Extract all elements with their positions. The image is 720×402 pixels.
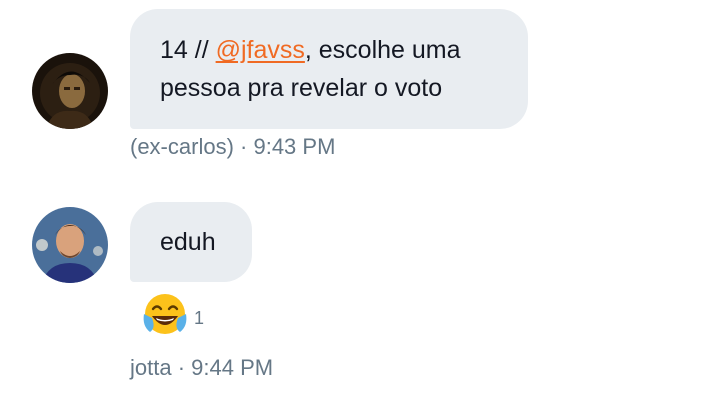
mention-link[interactable]: @jfavss [216, 36, 305, 64]
face-with-tears-of-joy-icon [140, 292, 190, 340]
message-meta: (ex-carlos) · 9:43 PM [130, 134, 335, 160]
sender-name[interactable]: (ex-carlos) [130, 134, 234, 159]
message-text-prefix: 14 // [160, 36, 216, 64]
message-time: 9:43 PM [253, 134, 336, 159]
reaction-count: 1 [194, 307, 205, 328]
reaction-badge[interactable]: 1 [140, 292, 204, 340]
message-time: 9:44 PM [191, 355, 274, 380]
avatar[interactable] [32, 207, 108, 283]
message-text: eduh [160, 228, 216, 256]
meta-separator: · [233, 134, 254, 159]
sender-name[interactable]: jotta [130, 355, 172, 380]
message-meta: jotta · 9:44 PM [130, 355, 273, 381]
message-bubble[interactable]: eduh [130, 202, 252, 282]
dm-conversation: 14 // @jfavss, escolhe uma pessoa pra re… [0, 0, 720, 402]
message-bubble[interactable]: 14 // @jfavss, escolhe uma pessoa pra re… [130, 9, 528, 129]
meta-separator: · [171, 355, 192, 380]
avatar[interactable] [32, 53, 108, 129]
